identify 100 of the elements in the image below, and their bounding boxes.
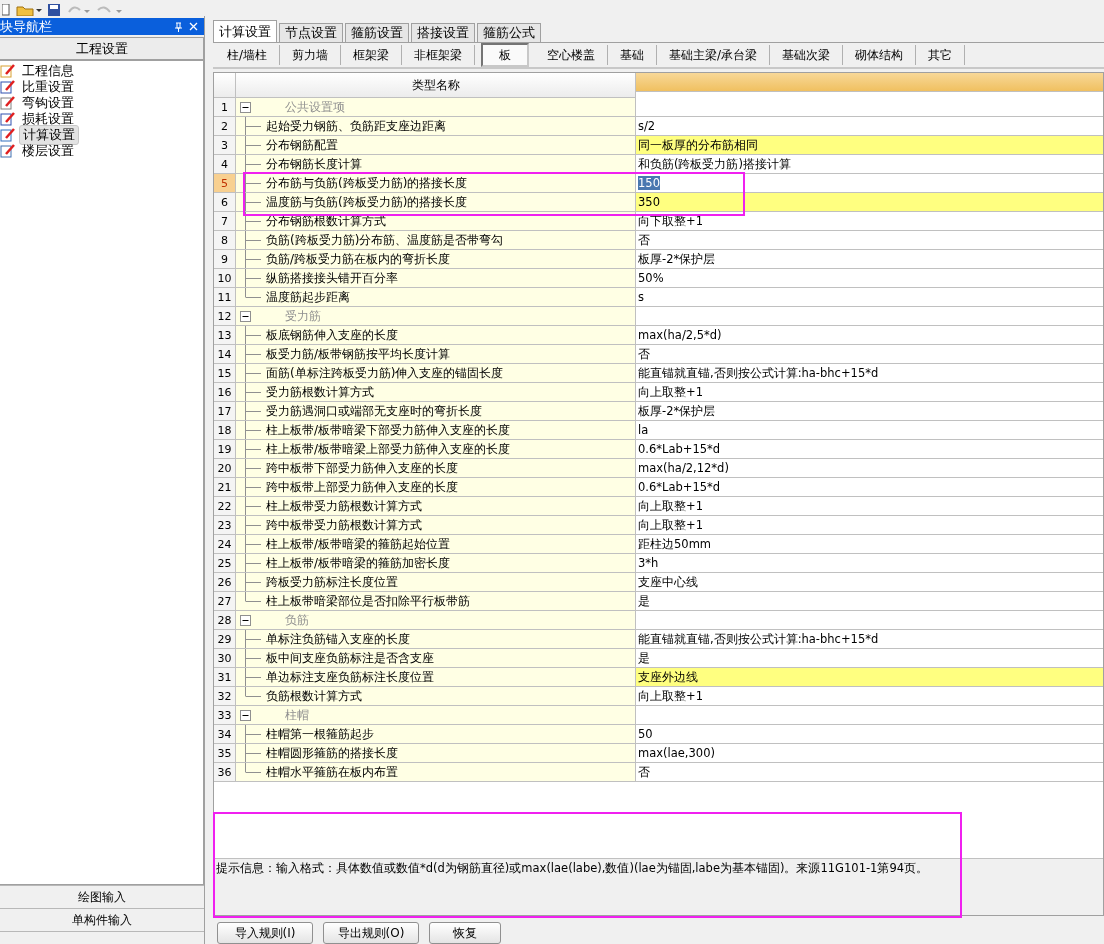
setting-value[interactable]: 支座外边线	[636, 668, 1103, 687]
row-number: 12	[214, 307, 236, 326]
row-number: 18	[214, 421, 236, 440]
setting-value[interactable]: 350	[636, 193, 1103, 212]
tab[interactable]: 箍筋设置	[345, 23, 409, 42]
sub-tab[interactable]: 基础次梁	[770, 45, 844, 65]
setting-value[interactable]: 向上取整+1	[636, 687, 1103, 706]
setting-value[interactable]: 能直锚就直锚,否则按公式计算:ha-bhc+15*d	[636, 364, 1103, 383]
row-number: 2	[214, 117, 236, 136]
setting-value[interactable]: 向上取整+1	[636, 497, 1103, 516]
setting-value[interactable]: 50	[636, 725, 1103, 744]
nav-item[interactable]: 损耗设置	[19, 110, 77, 128]
sub-tab[interactable]: 砌体结构	[843, 45, 917, 65]
sub-tab[interactable]: 空心楼盖	[535, 45, 609, 65]
nav-item[interactable]: 工程信息	[19, 62, 77, 80]
section-header[interactable]: 工程设置	[0, 37, 204, 60]
setting-value[interactable]: max(ha/2,12*d)	[636, 459, 1103, 478]
nav-item[interactable]: 计算设置	[19, 125, 79, 145]
collapse-icon[interactable]	[240, 614, 251, 626]
setting-value[interactable]: 距柱边50mm	[636, 535, 1103, 554]
tab[interactable]: 节点设置	[279, 23, 343, 42]
setting-value[interactable]: 50%	[636, 269, 1103, 288]
nav-item[interactable]: 比重设置	[19, 78, 77, 96]
column-header: 类型名称	[236, 73, 636, 98]
rule-button[interactable]: 恢复	[429, 922, 501, 944]
sub-tab[interactable]: 基础主梁/承台梁	[657, 45, 771, 65]
setting-name: 柱帽水平箍筋在板内布置	[266, 763, 398, 781]
tab[interactable]: 箍筋公式	[477, 23, 541, 42]
setting-name: 受力筋根数计算方式	[266, 383, 374, 401]
setting-value[interactable]: la	[636, 421, 1103, 440]
setting-name: 板底钢筋伸入支座的长度	[266, 326, 398, 344]
setting-value[interactable]: 0.6*Lab+15*d	[636, 440, 1103, 459]
folder-icon[interactable]	[16, 4, 42, 16]
tree-line	[245, 383, 261, 401]
setting-value[interactable]: 板厚-2*保护层	[636, 402, 1103, 421]
collapse-icon[interactable]	[240, 310, 251, 322]
sub-tab[interactable]: 剪力墙	[280, 45, 342, 65]
row-number: 17	[214, 402, 236, 421]
setting-name: 跨中板带下部受力筋伸入支座的长度	[266, 459, 458, 477]
tree-line	[245, 364, 261, 382]
tree-line	[245, 459, 261, 477]
tree-line	[245, 174, 261, 192]
setting-name: 柱上板带/板带暗梁的箍筋起始位置	[266, 535, 451, 553]
setting-value[interactable]: 否	[636, 763, 1103, 782]
tree-line	[245, 136, 261, 154]
new-file-icon[interactable]	[2, 4, 10, 16]
row-number: 30	[214, 649, 236, 668]
sub-tab[interactable]: 板	[481, 43, 530, 67]
collapse-icon[interactable]	[240, 101, 251, 113]
nav-item[interactable]: 弯钩设置	[19, 94, 77, 112]
setting-name: 柱上板带暗梁部位是否扣除平行板带筋	[266, 592, 470, 610]
setting-name: 负筋根数计算方式	[266, 687, 362, 705]
tree-line	[245, 155, 261, 173]
tree-line	[245, 554, 261, 572]
collapse-icon[interactable]	[240, 709, 251, 721]
sub-tab[interactable]: 其它	[916, 45, 966, 65]
setting-value[interactable]: 否	[636, 345, 1103, 364]
setting-value[interactable]: 能直锚就直锚,否则按公式计算:ha-bhc+15*d	[636, 630, 1103, 649]
tree-line	[245, 117, 261, 135]
tab[interactable]: 搭接设置	[411, 23, 475, 42]
save-icon[interactable]	[48, 4, 60, 16]
row-number: 32	[214, 687, 236, 706]
setting-value[interactable]: 向下取整+1	[636, 212, 1103, 231]
row-number: 25	[214, 554, 236, 573]
row-number: 23	[214, 516, 236, 535]
row-number: 7	[214, 212, 236, 231]
hint-text: 提示信息：输入格式：具体数值或数值*d(d为钢筋直径)或max(lae(labe),数值)(lae为锚固,labe为基本锚固)。来源11G101-1第94页。	[214, 858, 1103, 915]
close-icon[interactable]	[189, 22, 198, 31]
setting-value[interactable]: 板厚-2*保护层	[636, 250, 1103, 269]
setting-value[interactable]: s	[636, 288, 1103, 307]
sub-tab[interactable]: 非框架梁	[402, 45, 476, 65]
nav-item[interactable]: 楼层设置	[19, 142, 77, 160]
sub-tab[interactable]: 基础	[608, 45, 658, 65]
setting-value[interactable]: 支座中心线	[636, 573, 1103, 592]
sub-tab[interactable]: 框架梁	[341, 45, 403, 65]
setting-value[interactable]: 向上取整+1	[636, 383, 1103, 402]
setting-value[interactable]: max(ha/2,5*d)	[636, 326, 1103, 345]
setting-value[interactable]: 同一板厚的分布筋相同	[636, 136, 1103, 155]
setting-name: 面筋(单标注跨板受力筋)伸入支座的锚固长度	[266, 364, 504, 382]
setting-name: 温度筋起步距离	[266, 288, 350, 306]
setting-value[interactable]: 0.6*Lab+15*d	[636, 478, 1103, 497]
setting-value[interactable]: 向上取整+1	[636, 516, 1103, 535]
sub-tab[interactable]: 柱/墙柱	[215, 45, 281, 65]
setting-value[interactable]: 是	[636, 592, 1103, 611]
tree-line	[245, 212, 261, 230]
setting-name: 柱帽圆形箍筋的搭接长度	[266, 744, 398, 762]
setting-name: 单标注负筋锚入支座的长度	[266, 630, 410, 648]
setting-value[interactable]: 3*h	[636, 554, 1103, 573]
rule-button[interactable]: 导入规则(I)	[217, 922, 313, 944]
row-number: 16	[214, 383, 236, 402]
setting-value[interactable]: 否	[636, 231, 1103, 250]
row-number: 19	[214, 440, 236, 459]
setting-value[interactable]: max(lae,300)	[636, 744, 1103, 763]
tab[interactable]: 计算设置	[213, 20, 277, 42]
pin-icon[interactable]	[174, 21, 183, 32]
row-number: 5	[214, 174, 236, 193]
tree-line	[245, 421, 261, 439]
rule-button[interactable]: 导出规则(O)	[323, 922, 419, 944]
setting-value[interactable]: 和负筋(跨板受力筋)搭接计算	[636, 155, 1103, 174]
setting-name: 板中间支座负筋标注是否含支座	[266, 649, 434, 667]
